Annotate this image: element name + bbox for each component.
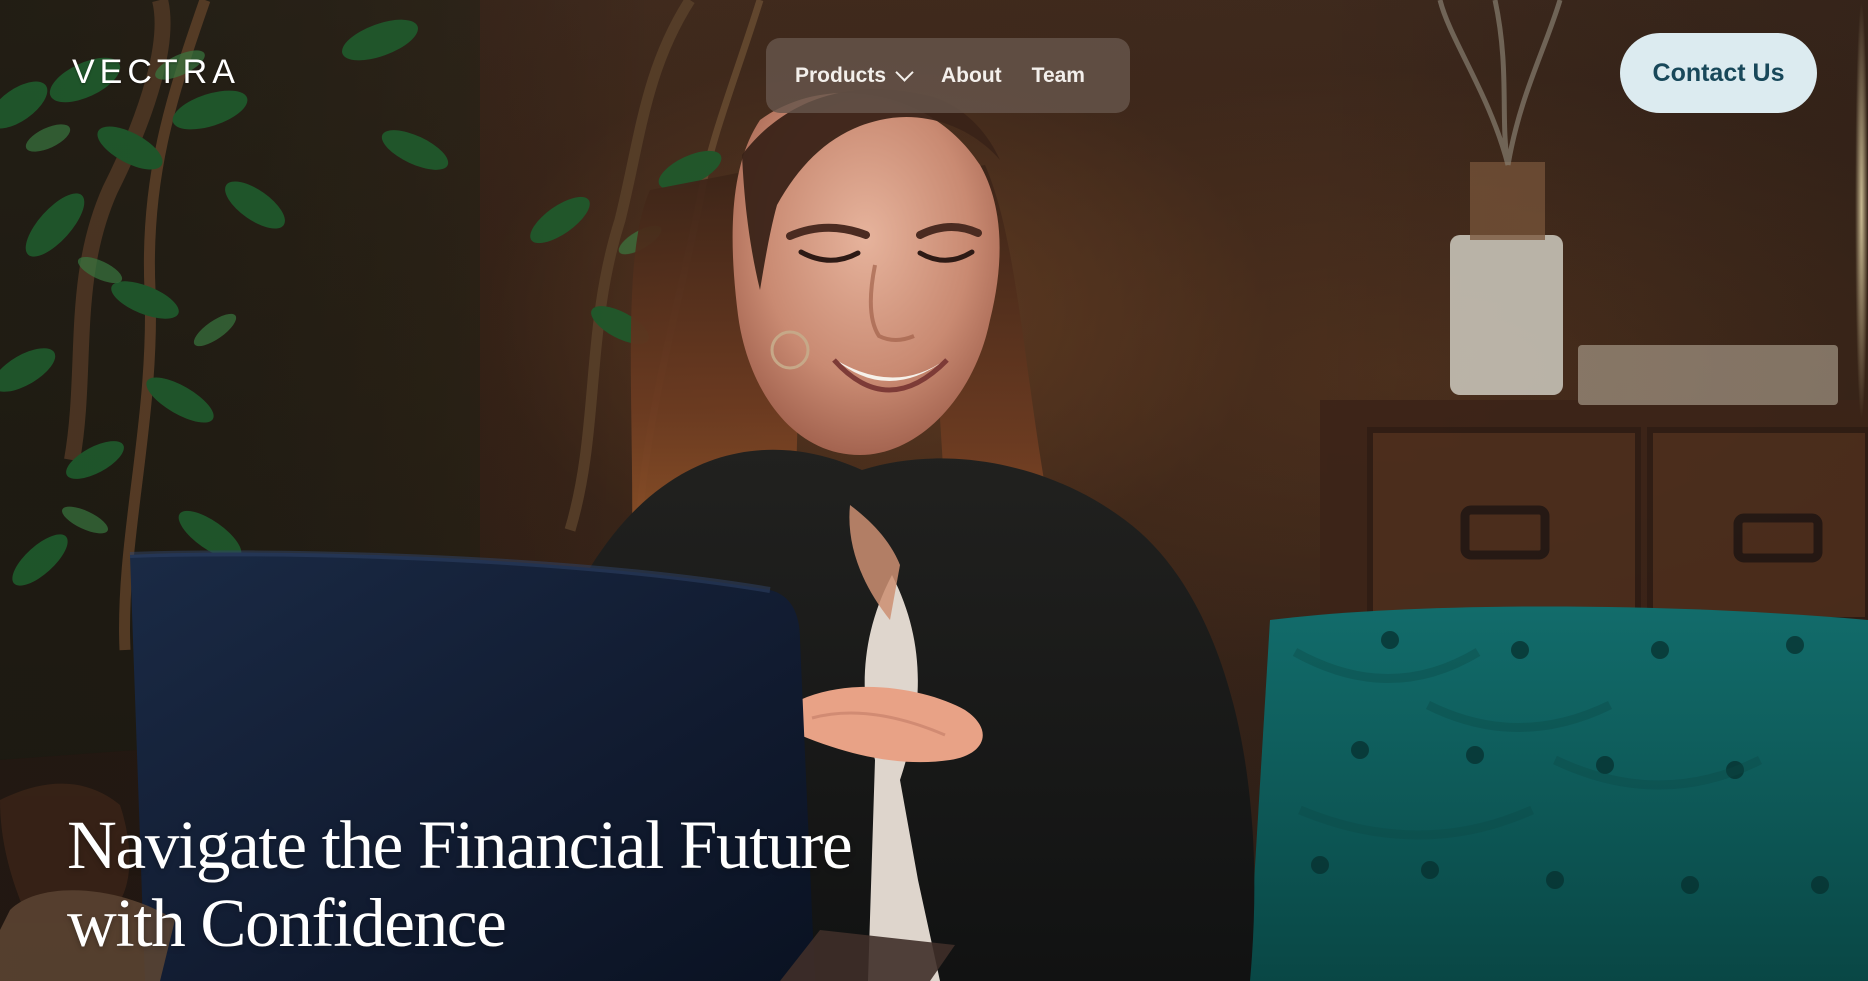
products-nav-label: Products bbox=[795, 63, 887, 87]
team-nav-label: Team bbox=[1031, 63, 1085, 87]
hero-headline-line-1: Navigate the Financial Future bbox=[67, 807, 853, 883]
contact-us-button[interactable]: Contact Us bbox=[1620, 33, 1817, 113]
brand-logo[interactable]: VECTRA bbox=[72, 55, 240, 89]
chevron-down-icon bbox=[895, 63, 914, 82]
hero-headline-line-2: with Confidence bbox=[67, 885, 507, 961]
hero-section: VECTRA Products About Team Contact Us Na… bbox=[0, 0, 1868, 981]
hero-headline: Navigate the Financial Future with Confi… bbox=[67, 806, 957, 962]
products-nav-item[interactable]: Products bbox=[795, 63, 914, 88]
team-nav-item[interactable]: Team bbox=[1032, 64, 1085, 88]
about-nav-item[interactable]: About bbox=[941, 64, 1002, 88]
main-navigation: Products About Team bbox=[766, 38, 1130, 113]
about-nav-label: About bbox=[941, 63, 1002, 87]
